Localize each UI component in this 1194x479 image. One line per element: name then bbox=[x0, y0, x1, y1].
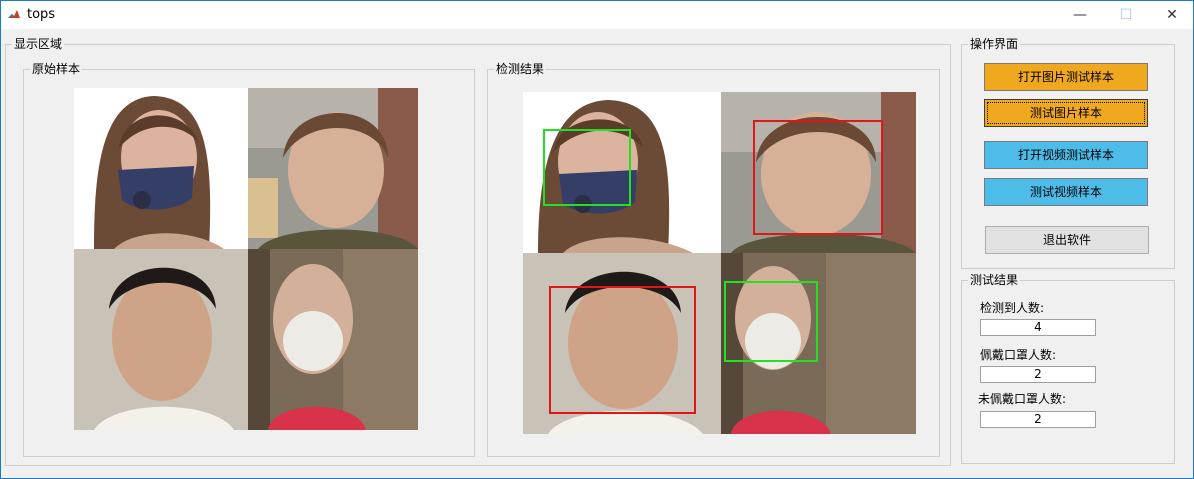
window-title: tops bbox=[27, 7, 56, 22]
close-icon[interactable]: ✕ bbox=[1149, 1, 1194, 29]
app-window: tops — ☐ ✕ 显示区域 原始样本 检测结果 操作界面 打开图片测试样本 … bbox=[0, 0, 1194, 479]
no-mask-detection-box bbox=[753, 120, 883, 235]
operation-panel: 操作界面 打开图片测试样本 测试图片样本 打开视频测试样本 测试视频样本 退出软… bbox=[961, 37, 1175, 269]
original-sample-panel: 原始样本 bbox=[23, 62, 475, 457]
original-sample-image bbox=[74, 88, 418, 430]
unmasked-count-label: 未佩戴口罩人数: bbox=[978, 392, 1067, 406]
test-image-button[interactable]: 测试图片样本 bbox=[984, 99, 1148, 127]
display-area-title: 显示区域 bbox=[12, 37, 65, 51]
detected-count-label: 检测到人数: bbox=[980, 301, 1045, 315]
mask-detection-box bbox=[543, 129, 631, 206]
exit-button[interactable]: 退出软件 bbox=[985, 226, 1149, 254]
detected-count-field[interactable]: 4 bbox=[980, 319, 1096, 336]
original-sample-title: 原始样本 bbox=[30, 62, 83, 76]
unmasked-count-field[interactable]: 2 bbox=[980, 411, 1096, 428]
masked-woman-photo bbox=[74, 88, 248, 249]
woman-respirator-photo bbox=[248, 249, 418, 430]
open-video-button[interactable]: 打开视频测试样本 bbox=[984, 141, 1148, 169]
open-image-button[interactable]: 打开图片测试样本 bbox=[984, 63, 1148, 91]
no-mask-detection-box bbox=[549, 286, 696, 414]
detection-result-panel: 检测结果 bbox=[487, 62, 940, 457]
mask-detection-box bbox=[724, 281, 818, 362]
detection-result-image bbox=[523, 92, 916, 434]
maximize-icon[interactable]: ☐ bbox=[1103, 1, 1149, 29]
young-man-photo bbox=[74, 249, 248, 430]
minimize-icon[interactable]: — bbox=[1057, 1, 1103, 29]
detection-result-title: 检测结果 bbox=[494, 62, 547, 76]
test-results-panel: 测试结果 检测到人数: 4 佩戴口罩人数: 2 未佩戴口罩人数: 2 bbox=[961, 273, 1175, 464]
test-video-button[interactable]: 测试视频样本 bbox=[984, 178, 1148, 206]
masked-count-label: 佩戴口罩人数: bbox=[980, 348, 1057, 362]
matlab-icon bbox=[7, 8, 21, 22]
masked-count-field[interactable]: 2 bbox=[980, 366, 1096, 383]
display-area-panel: 显示区域 原始样本 检测结果 bbox=[5, 37, 951, 466]
girl-photo bbox=[248, 88, 418, 249]
test-results-title: 测试结果 bbox=[968, 273, 1021, 287]
title-bar[interactable]: tops — ☐ ✕ bbox=[1, 1, 1193, 29]
operation-panel-title: 操作界面 bbox=[968, 37, 1021, 51]
